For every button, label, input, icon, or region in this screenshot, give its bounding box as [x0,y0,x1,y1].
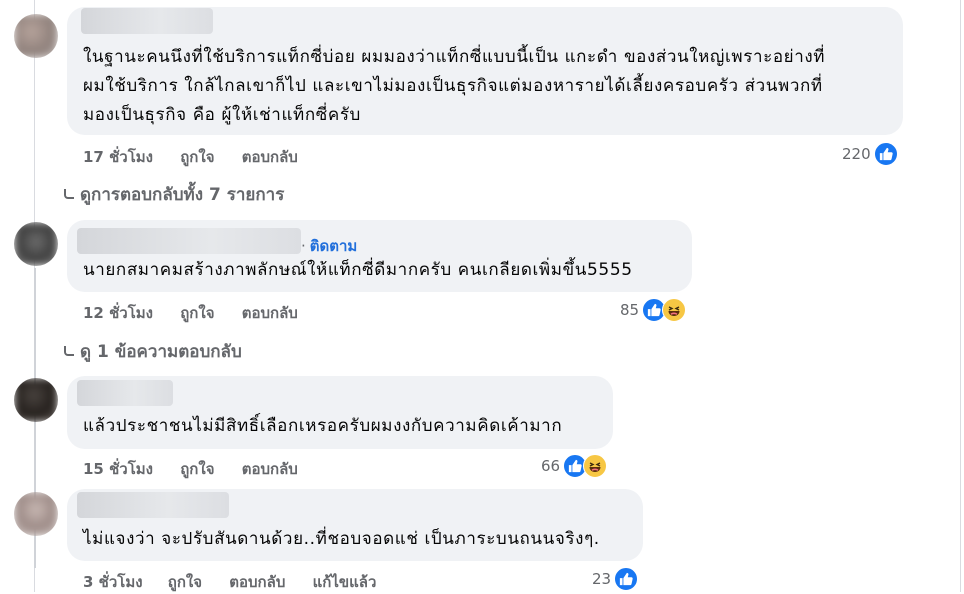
edited-label[interactable]: แก้ไขแล้ว [313,573,377,591]
comment-bubble: แล้วประชาชนไม่มีสิทธิ์เลือกเหรอครับผมงงก… [67,376,613,449]
right-border [960,0,961,592]
comment-actions: 17 ชั่วโมง ถูกใจ ตอบกลับ [83,145,320,169]
comment-time[interactable]: 12 ชั่วโมง [83,304,153,322]
like-icon [873,142,898,166]
like-button[interactable]: ถูกใจ [168,573,202,591]
avatar[interactable] [14,222,58,266]
view-replies-label: ดู 1 ข้อความตอบกลับ [80,342,242,362]
comment-time[interactable]: 15 ชั่วโมง [83,460,153,478]
comment-actions: 12 ชั่วโมง ถูกใจ ตอบกลับ [83,301,320,325]
comment-text-line: มองเป็นธุรกิจ คือ ผู้ให้เช่าแท็กซี่ครับ [83,105,361,125]
commenter-name[interactable] [77,228,301,254]
haha-icon [662,298,687,322]
comment-text: นายกสมาคมสร้างภาพลักษณ์ให้แท็กซี่ดีมากคร… [83,260,633,280]
avatar[interactable] [14,492,58,536]
view-replies-label: ดูการตอบกลับทั้ง 7 รายการ [80,185,285,205]
reply-arrow-icon [64,345,74,356]
comment-text-line: ในฐานะคนนึงที่ใช้บริการแท็กซี่บ่อย ผมมอง… [83,47,826,67]
reaction-summary[interactable]: 85 [620,298,687,322]
reply-button[interactable]: ตอบกลับ [229,573,285,591]
comment-actions: 15 ชั่วโมง ถูกใจ ตอบกลับ [83,457,320,481]
reaction-summary[interactable]: 23 [592,567,639,591]
commenter-name[interactable] [81,8,213,34]
like-button[interactable]: ถูกใจ [180,148,214,166]
reaction-count: 85 [620,301,640,319]
view-replies-button[interactable]: ดูการตอบกลับทั้ง 7 รายการ [62,181,284,208]
reply-button[interactable]: ตอบกลับ [242,460,298,478]
comment-bubble: ไม่แจงว่า จะปรับสันดานด้วย..ที่ชอบจอดแช่… [67,489,643,561]
reaction-count: 220 [842,145,871,163]
like-icon [614,567,639,591]
reaction-count: 66 [541,457,561,475]
like-button[interactable]: ถูกใจ [180,304,214,322]
comment-actions: 3 ชั่วโมง ถูกใจ ตอบกลับ แก้ไขแล้ว [83,570,398,594]
comment-bubble: ในฐานะคนนึงที่ใช้บริการแท็กซี่บ่อย ผมมอง… [67,7,903,135]
comment-text: แล้วประชาชนไม่มีสิทธิ์เลือกเหรอครับผมงงก… [83,416,563,436]
reply-button[interactable]: ตอบกลับ [242,148,298,166]
reaction-summary[interactable]: 66 [541,454,608,478]
comment-time[interactable]: 3 ชั่วโมง [83,573,143,591]
like-button[interactable]: ถูกใจ [180,460,214,478]
reaction-summary[interactable]: 220 [842,142,898,166]
reply-button[interactable]: ตอบกลับ [242,304,298,322]
avatar[interactable] [14,378,58,422]
comment-text-line: ผมใช้บริการ ใกล้ไกลเขาก็ไป และเขาไม่มองเ… [83,76,823,96]
commenter-name[interactable] [77,380,173,406]
reaction-count: 23 [592,570,612,588]
reply-arrow-icon [64,188,74,199]
view-replies-button[interactable]: ดู 1 ข้อความตอบกลับ [62,338,242,365]
avatar[interactable] [14,14,58,58]
haha-icon [583,454,608,478]
comment-bubble: · ติดตาม นายกสมาคมสร้างภาพลักษณ์ให้แท็กซี… [67,220,692,292]
commenter-name[interactable] [77,492,229,518]
follow-link[interactable]: · ติดตาม [301,234,357,258]
comment-time[interactable]: 17 ชั่วโมง [83,148,153,166]
comment-text: ไม่แจงว่า จะปรับสันดานด้วย..ที่ชอบจอดแช่… [83,529,600,549]
